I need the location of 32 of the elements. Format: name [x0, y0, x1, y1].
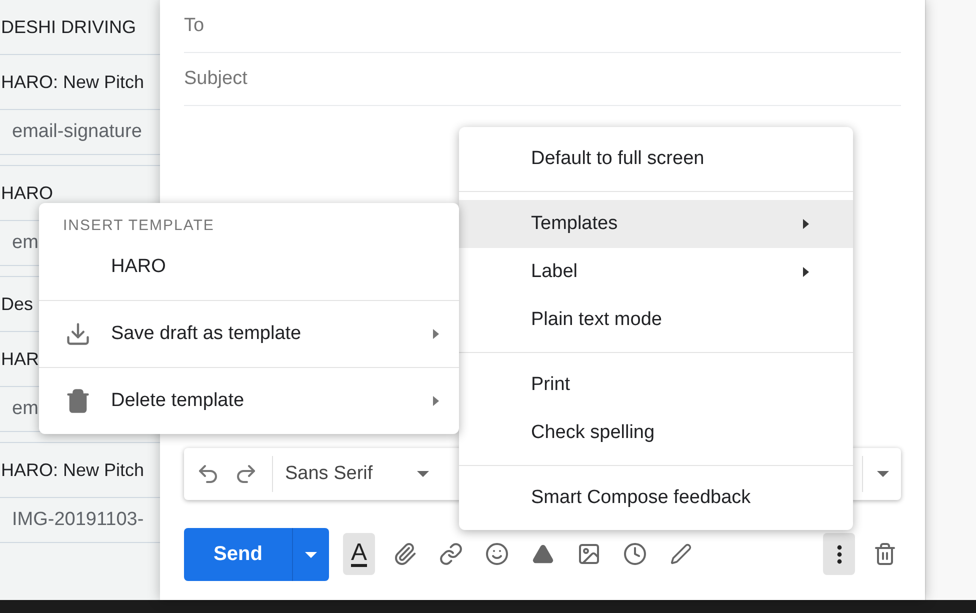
download-icon	[65, 321, 91, 347]
attachment-name: IMG-20191103-	[12, 509, 144, 531]
menu-item[interactable]: Check spelling	[459, 409, 853, 457]
menu-item[interactable]: Plain text mode	[459, 296, 853, 344]
message-subject: HARO: New Pitch	[1, 72, 144, 92]
caret-icon	[416, 471, 429, 477]
menu-item[interactable]: Delete template	[39, 368, 459, 434]
attachment-name: em	[12, 398, 38, 420]
undo-icon[interactable]	[196, 462, 220, 486]
menu-item[interactable]: Print	[459, 361, 853, 409]
attachment-name: email-signature	[12, 121, 142, 143]
menu-item[interactable]: Default to full screen	[459, 135, 853, 183]
message-subject: HARO: New Pitch	[1, 460, 144, 480]
more-options-button[interactable]	[823, 533, 855, 575]
menu-item[interactable]: Smart Compose feedback	[459, 474, 853, 522]
message-subject: HARO	[1, 182, 54, 204]
menu-item[interactable]: Label	[459, 248, 853, 296]
redo-icon[interactable]	[234, 462, 258, 486]
message-subject: DESHI DRIVING	[1, 16, 136, 38]
to-field[interactable]: To	[184, 0, 901, 53]
more-formatting-button[interactable]	[862, 456, 889, 492]
message-subject: HAR	[1, 348, 40, 370]
more-vertical-icon	[836, 544, 842, 564]
trash-icon	[65, 388, 91, 414]
text-format-button[interactable]: A	[343, 533, 375, 575]
menu-item[interactable]: Save draft as template	[39, 301, 459, 367]
menu-header: INSERT TEMPLATE	[62, 216, 216, 234]
font-dropdown[interactable]: Sans Serif	[272, 456, 429, 492]
attachment-name: em	[12, 232, 38, 254]
menu-item[interactable]: HARO	[39, 234, 459, 300]
menu-item[interactable]: Templates	[459, 200, 853, 248]
message-subject: Des	[1, 294, 34, 314]
